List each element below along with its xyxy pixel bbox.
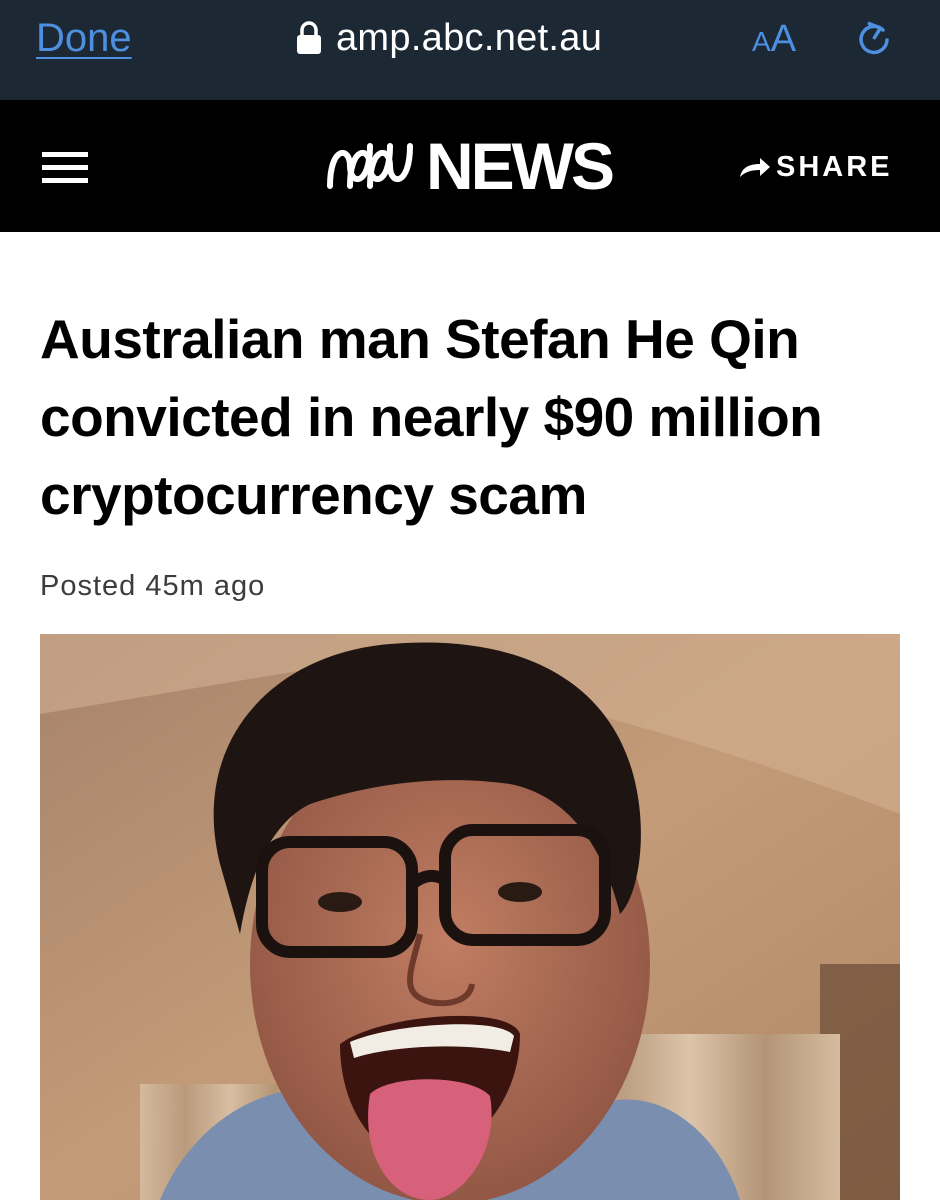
share-arrow-icon [740,158,770,177]
share-button[interactable]: SHARE [738,150,893,184]
browser-toolbar: Done amp.abc.net.au A A [0,0,940,100]
hamburger-menu-icon[interactable] [42,152,88,184]
logo-text: NEWS [426,129,615,203]
abc-news-logo[interactable]: NEWS [326,129,615,203]
lock-icon [297,21,321,54]
abc-logo-icon [327,143,413,189]
url-text: amp.abc.net.au [336,16,603,59]
text-size-button[interactable]: A A [752,18,796,61]
address-bar[interactable]: amp.abc.net.au [296,14,602,62]
share-label: SHARE [776,150,893,183]
reload-icon[interactable] [852,14,896,62]
text-size-small-a: A [752,26,771,57]
text-size-large-a: A [770,18,797,60]
article-headline: Australian man Stefan He Qin convicted i… [40,308,823,526]
done-button[interactable]: Done [36,16,132,61]
posted-time: Posted 45m ago [40,570,266,602]
article-photo[interactable] [40,634,900,1200]
